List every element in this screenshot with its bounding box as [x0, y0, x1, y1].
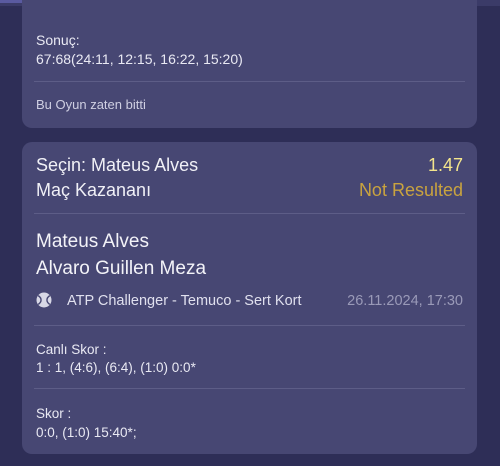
score-value: 0:0, (1:0) 15:40*; [36, 425, 137, 440]
result-value: 67:68(24:11, 12:15, 16:22, 15:20) [36, 51, 243, 67]
selection-name: Mateus Alves [91, 155, 199, 175]
live-score-value: 1 : 1, (4:6), (6:4), (1:0) 0:0* [36, 360, 196, 375]
team-2: Alvaro Guillen Meza [36, 258, 207, 279]
tournament-name: ATP Challenger - Temuco - Sert Kort [67, 293, 302, 309]
bet-card[interactable]: Seçin: Mateus Alves 1.47 Maç Kazananı No… [22, 142, 477, 454]
market-name: Maç Kazananı [36, 180, 152, 200]
score-label: Skor : [36, 406, 72, 421]
bet-divider-mid [34, 325, 465, 326]
result-divider [34, 81, 465, 82]
game-over-text: Bu Oyun zaten bitti [36, 97, 146, 112]
result-label: Sonuç: [36, 32, 80, 48]
selection-prefix: Seçin: [36, 155, 87, 175]
selection-line: Seçin: Mateus Alves [36, 155, 198, 176]
event-datetime: 26.11.2024, 17:30 [347, 293, 463, 309]
odds-value: 1.47 [427, 155, 463, 175]
live-score-label: Canlı Skor : [36, 342, 107, 357]
tennis-ball-icon [36, 292, 52, 308]
team-1: Mateus Alves [36, 231, 149, 252]
bet-divider-top [34, 213, 465, 214]
bet-divider-bottom [34, 388, 465, 389]
result-card: Sonuç: 67:68(24:11, 12:15, 16:22, 15:20)… [22, 0, 477, 128]
bet-status: Not Resulted [358, 180, 463, 200]
